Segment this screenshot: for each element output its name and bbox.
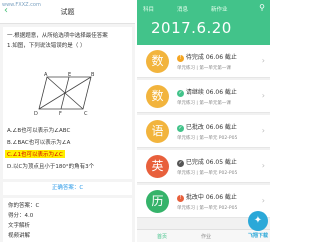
question-card: 一.根据题意，从所给选项中选择最佳答案 1.如图，下列说法错误的是（ ） A B… — [3, 27, 132, 179]
homework-meta: 单元练习 | 第一单元 P02-P05 — [177, 136, 238, 141]
chevron-right-icon: › — [261, 91, 265, 100]
homework-status-text: 请继续 06.06 截止 — [185, 89, 237, 96]
homework-status: ✓ 请继续 06.06 截止 — [177, 87, 237, 97]
check-icon: ✓ — [177, 90, 184, 97]
check-icon: ✓ — [177, 125, 184, 132]
correct-answer: 正确答案：C — [3, 182, 132, 195]
homework-meta: 单元练习 | 第一单元第一课 — [177, 66, 231, 71]
figure-label-e: E — [68, 72, 71, 78]
tab-messages[interactable]: 消息 — [177, 5, 188, 13]
page-title: 试题 — [60, 8, 75, 16]
homework-status: ✓ 已完成 06.05 截止 — [177, 157, 237, 167]
subject-badge-history: 历 — [146, 190, 169, 213]
homework-status: ! 批改中 06.06 截止 — [177, 192, 237, 202]
figure-label-b: B — [91, 72, 95, 78]
watermark: www.FXXZ.com — [2, 2, 41, 8]
answer-info-card: 你的答案：C 得分：4.0 文字解析 视频讲解 — [3, 198, 132, 242]
subject-badge-english: 英 — [146, 155, 169, 178]
question-text: 1.如图，下列说法错误的是（ ） — [7, 43, 86, 49]
chevron-right-icon: › — [261, 196, 265, 205]
date-heading: 2017.6.20 — [151, 19, 232, 37]
chevron-right-icon: › — [261, 56, 265, 65]
alert-icon: ! — [177, 195, 184, 202]
chevron-right-icon: › — [261, 126, 265, 135]
check-icon: ✓ — [177, 160, 184, 167]
subject-badge-math: 数 — [146, 50, 169, 73]
figure-label-f: F — [59, 111, 62, 115]
subject-badge-math: 数 — [146, 85, 169, 108]
homework-status: ! 待完成 06.06 截止 — [177, 52, 237, 62]
subject-badge-chinese: 语 — [146, 120, 169, 143]
homework-status-text: 已批改 06.06 截止 — [185, 124, 237, 131]
question-screen: ‹ 试题 一.根据题意，从所给选项中选择最佳答案 1.如图，下列说法错误的是（ … — [0, 0, 135, 242]
homework-item[interactable]: 语 ✓ 已批改 06.06 截止 单元练习 | 第一单元 P02-P05 › — [137, 115, 270, 148]
homework-item[interactable]: 数 ! 待完成 06.06 截止 单元练习 | 第一单元第一课 › — [137, 45, 270, 78]
option-c-selected[interactable]: C.∠1也可以表示为∠C — [5, 150, 65, 158]
figure-label-a: A — [44, 72, 48, 78]
video-explanation-link[interactable]: 视频讲解 — [8, 231, 30, 239]
site-logo-icon: ✦ — [248, 211, 268, 231]
text-explanation-link[interactable]: 文字解析 — [8, 221, 30, 229]
homework-status-text: 批改中 06.06 截止 — [185, 194, 237, 201]
homework-item[interactable]: 英 ✓ 已完成 06.05 截止 单元练习 | 第一单元 P02-P05 › — [137, 150, 270, 183]
option-a[interactable]: A.∠B也可以表示为∠ABC — [7, 126, 70, 134]
homework-meta: 单元练习 | 第一单元 P02-P05 — [177, 171, 238, 176]
homework-status-text: 已完成 06.05 截止 — [185, 159, 237, 166]
homework-meta: 单元练习 | 第一单元 P02-P05 — [177, 206, 238, 211]
nav-home[interactable]: 首页 — [157, 233, 167, 240]
tab-subjects[interactable]: 科目 — [143, 5, 154, 13]
homework-status-text: 待完成 06.06 截止 — [185, 54, 237, 61]
pending-icon: ! — [177, 55, 184, 62]
site-logo-text: 飞翔下载 — [247, 233, 268, 239]
homework-header: 科目 消息 新作业 ⚲ 2017.6.20 — [137, 0, 270, 45]
chevron-right-icon: › — [261, 161, 265, 170]
homework-status: ✓ 已批改 06.06 截止 — [177, 122, 237, 132]
geometry-figure: A B C D E F — [34, 72, 95, 115]
search-icon[interactable]: ⚲ — [259, 3, 265, 12]
nav-homework[interactable]: 作业 — [201, 233, 211, 240]
question-intro: 一.根据题意，从所给选项中选择最佳答案 — [7, 33, 108, 39]
tab-new-homework[interactable]: 新作业 — [211, 5, 228, 13]
homework-meta: 单元练习 | 第一单元第一课 — [177, 101, 231, 106]
homework-screen: 科目 消息 新作业 ⚲ 2017.6.20 数 ! 待完成 06.06 截止 单… — [137, 0, 270, 242]
option-b[interactable]: B.∠BAC也可以表示为∠A — [7, 138, 70, 146]
homework-item[interactable]: 数 ✓ 请继续 06.06 截止 单元练习 | 第一单元第一课 › — [137, 80, 270, 113]
my-answer: 你的答案：C — [8, 203, 40, 209]
option-d[interactable]: D.以C为顶点且小于180°的角有3个 — [7, 162, 94, 170]
figure-label-c: C — [84, 111, 88, 115]
figure-label-d: D — [34, 111, 38, 115]
score: 得分：4.0 — [8, 213, 34, 219]
